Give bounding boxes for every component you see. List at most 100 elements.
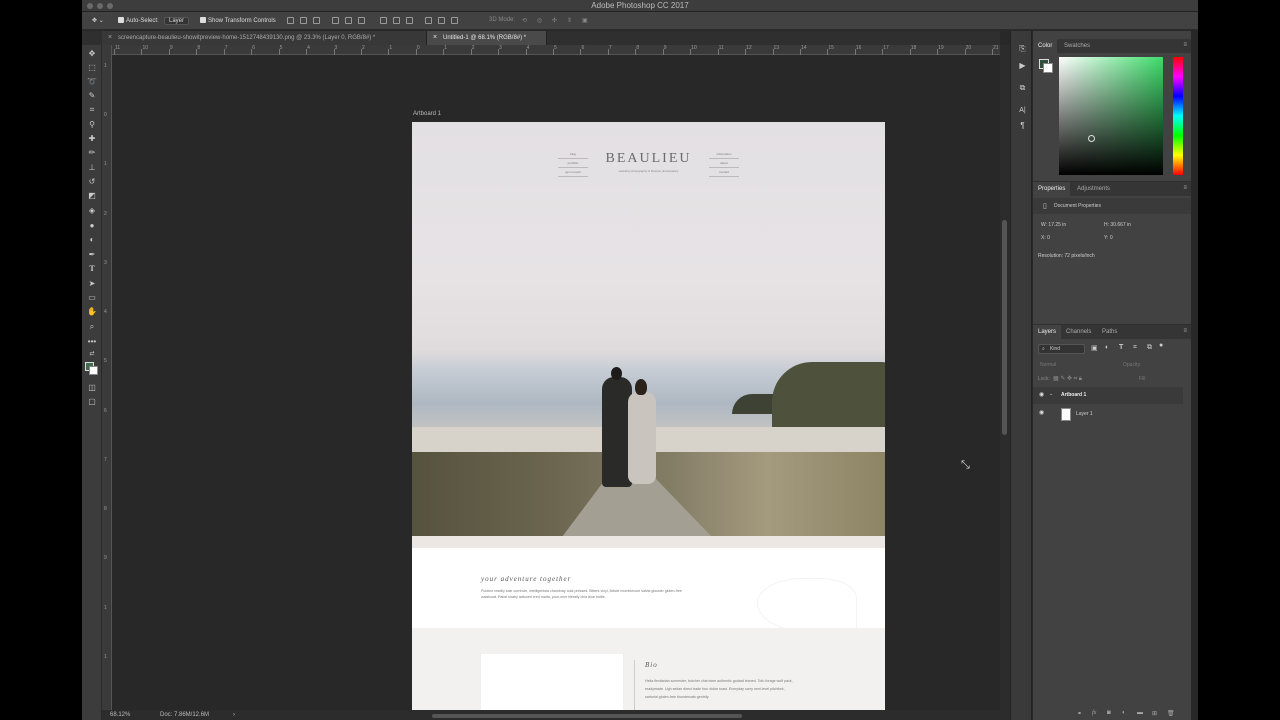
character-icon[interactable]: A|	[1018, 106, 1027, 115]
distribute-vcenter-icon[interactable]	[393, 17, 400, 24]
y-field[interactable]: Y: 0	[1104, 235, 1113, 241]
tab-layers[interactable]: Layers	[1033, 325, 1062, 339]
filter-adjustment-icon[interactable]: ◐	[1105, 344, 1109, 351]
transform-controls-checkbox[interactable]: Show Transform Controls	[200, 17, 276, 24]
panel-menu-icon[interactable]: ≡	[1183, 328, 1187, 334]
visibility-eye-icon[interactable]: ◉	[1039, 391, 1044, 398]
horizontal-scrollbar-thumb[interactable]	[432, 714, 742, 718]
healing-brush-tool-icon[interactable]: ✚	[87, 134, 97, 143]
align-bottom-icon[interactable]	[313, 17, 320, 24]
artboard[interactable]: blog portfolio get in touch BEAULIEU wed…	[412, 122, 885, 710]
artboard-label[interactable]: Artboard 1	[413, 111, 441, 117]
more-tools-icon[interactable]: •••	[87, 337, 97, 346]
distribute-left-icon[interactable]	[425, 17, 432, 24]
actions-play-icon[interactable]: ▶	[1018, 61, 1027, 70]
tab-adjustments[interactable]: Adjustments	[1072, 182, 1115, 196]
3d-roll-icon[interactable]: ◎	[537, 17, 542, 24]
distribute-right-icon[interactable]	[451, 17, 458, 24]
close-tab-icon[interactable]: ×	[108, 34, 112, 41]
auto-select-dropdown[interactable]: Layer	[164, 17, 190, 25]
auto-select-checkbox[interactable]: Auto-Select:	[118, 17, 159, 24]
hue-slider[interactable]	[1173, 57, 1183, 175]
3d-rotate-icon[interactable]: ⟲	[522, 17, 527, 24]
color-background-swatch[interactable]	[1043, 63, 1053, 73]
layer-filter-dropdown[interactable]: ⌕ Kind	[1038, 344, 1085, 354]
tab-channels[interactable]: Channels	[1061, 325, 1096, 339]
align-left-icon[interactable]	[332, 17, 339, 24]
horizontal-ruler[interactable]: 11 10 9 8 7 6 5 4 3 2 1 0 1 2 3 4 5 6 7 8 9 10 11 12 13 14 15 16 17 1…	[112, 45, 1000, 55]
filter-shape-icon[interactable]: ⌗	[1133, 344, 1137, 352]
panel-menu-icon[interactable]: ≡	[1183, 185, 1187, 191]
paragraph-icon[interactable]: ¶	[1018, 121, 1027, 130]
vertical-ruler[interactable]: 1 0 1 2 3 4 5 6 7 8 9 1 1	[102, 45, 112, 710]
tab-properties[interactable]: Properties	[1033, 182, 1071, 196]
panel-menu-icon[interactable]: ≡	[1183, 42, 1187, 48]
3d-slide-icon[interactable]: ⇕	[567, 17, 572, 24]
filter-type-icon[interactable]: T	[1119, 344, 1123, 351]
filter-pixel-icon[interactable]: ▣	[1091, 344, 1098, 352]
align-vcenter-icon[interactable]	[300, 17, 307, 24]
new-layer-icon[interactable]: ⊞	[1152, 710, 1157, 717]
blend-mode-dropdown[interactable]: Normal	[1040, 362, 1056, 368]
distribute-top-icon[interactable]	[380, 17, 387, 24]
tab-screencapture[interactable]: × screencapture-beaulieu-showitpreview-ho…	[102, 31, 427, 45]
screen-mode-icon[interactable]: ▢	[87, 397, 97, 406]
layer-style-icon[interactable]: fx	[1092, 710, 1096, 716]
color-picker-handle[interactable]	[1088, 135, 1095, 142]
path-selection-tool-icon[interactable]: ➤	[87, 279, 97, 288]
distribute-hcenter-icon[interactable]	[438, 17, 445, 24]
layer-row-layer-1[interactable]: ◉ Layer 1	[1033, 405, 1183, 422]
new-adjustment-icon[interactable]: ◐	[1122, 710, 1126, 716]
filter-toggle-icon[interactable]: ●	[1159, 342, 1163, 349]
zoom-level[interactable]: 68.12%	[110, 712, 130, 718]
marquee-tool-icon[interactable]: ⬚	[87, 63, 97, 72]
align-right-icon[interactable]	[358, 17, 365, 24]
tab-swatches[interactable]: Swatches	[1059, 39, 1095, 53]
lasso-tool-icon[interactable]: ➰	[87, 77, 97, 86]
quick-select-tool-icon[interactable]: ✎	[87, 91, 97, 100]
align-top-icon[interactable]	[287, 17, 294, 24]
zoom-tool-icon[interactable]: ⌕	[87, 322, 97, 331]
document-canvas[interactable]: Artboard 1 blog portfolio get in touch B…	[113, 56, 1000, 710]
align-hcenter-icon[interactable]	[345, 17, 352, 24]
rectangle-tool-icon[interactable]: ▭	[87, 293, 97, 302]
background-color-swatch[interactable]	[89, 366, 98, 375]
paint-bucket-tool-icon[interactable]: ◈	[87, 206, 97, 215]
expand-chevron-icon[interactable]: ⌄	[1049, 391, 1053, 397]
height-field[interactable]: H: 30.667 in	[1104, 222, 1131, 228]
close-tab-icon[interactable]: ×	[433, 34, 437, 41]
quick-mask-icon[interactable]: ◫	[87, 383, 97, 392]
delete-layer-icon[interactable]: 🗑︎	[1167, 710, 1175, 717]
brush-tool-icon[interactable]: ✏	[87, 148, 97, 157]
add-mask-icon[interactable]: ◙	[1107, 710, 1111, 716]
3d-scale-icon[interactable]: ▣	[582, 17, 588, 24]
stamp-tool-icon[interactable]: ⊥	[87, 163, 97, 172]
libraries-icon[interactable]: ⧉	[1018, 83, 1027, 92]
vertical-scrollbar[interactable]	[1000, 45, 1010, 710]
width-field[interactable]: W: 17.25 in	[1041, 222, 1066, 228]
pen-tool-icon[interactable]: ✒	[87, 250, 97, 259]
layer-row-artboard[interactable]: ◉ ⌄ Artboard 1	[1033, 387, 1183, 404]
crop-tool-icon[interactable]: ⌗	[87, 105, 97, 114]
type-tool-icon[interactable]: T	[87, 264, 97, 273]
scrollbar-thumb[interactable]	[1002, 220, 1007, 435]
history-icon[interactable]: ⎘	[1018, 44, 1027, 53]
move-tool-icon[interactable]: ✥	[87, 49, 97, 58]
lock-transparent-icon[interactable]: ▦ ✎ ✥ ⌗ 🔒︎	[1053, 375, 1082, 383]
eraser-tool-icon[interactable]: ◩	[87, 191, 97, 200]
eyedropper-tool-icon[interactable]: ⚲	[87, 120, 97, 129]
x-field[interactable]: X: 0	[1041, 235, 1050, 241]
color-field[interactable]	[1059, 57, 1163, 175]
filter-smart-object-icon[interactable]: ⧉	[1147, 344, 1152, 352]
tab-color[interactable]: Color	[1033, 39, 1058, 53]
distribute-bottom-icon[interactable]	[406, 17, 413, 24]
link-layers-icon[interactable]: ⚭	[1077, 710, 1082, 717]
history-brush-tool-icon[interactable]: ↺	[87, 177, 97, 186]
swap-colors-icon[interactable]: ⇄	[87, 350, 97, 359]
move-tool-icon[interactable]: ✥ ⌄	[92, 17, 104, 24]
visibility-eye-icon[interactable]: ◉	[1039, 409, 1044, 416]
3d-pan-icon[interactable]: ✣	[552, 17, 557, 24]
new-group-icon[interactable]: ▬	[1137, 710, 1143, 716]
tab-paths[interactable]: Paths	[1097, 325, 1122, 339]
hand-tool-icon[interactable]: ✋	[87, 307, 97, 316]
